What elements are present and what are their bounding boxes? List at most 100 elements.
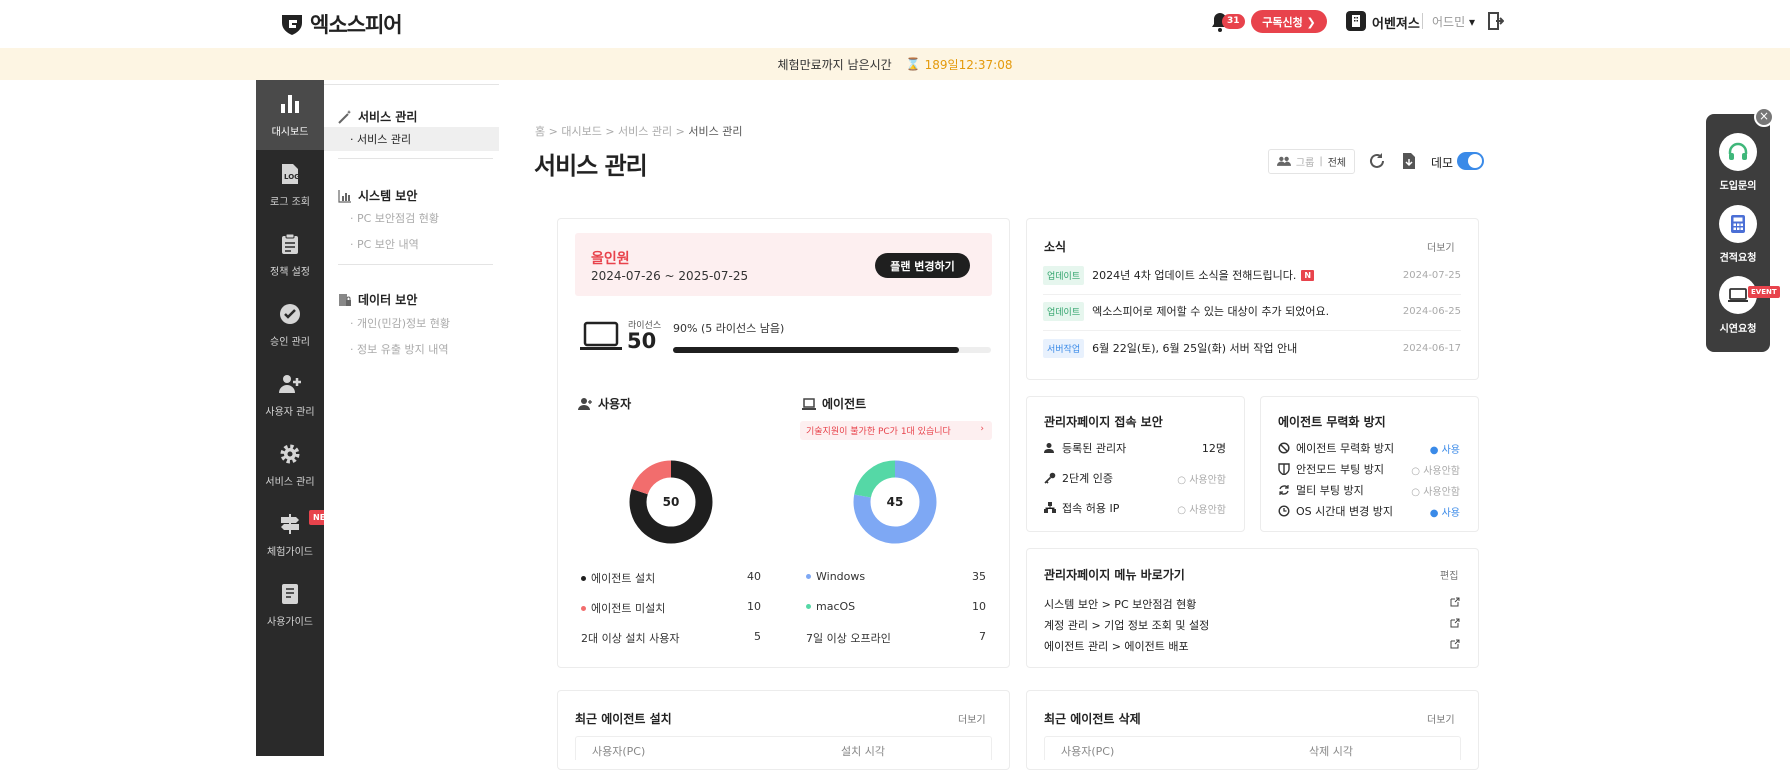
status-dot: ● bbox=[1429, 445, 1442, 456]
breadcrumb-home[interactable]: 홈 bbox=[535, 125, 545, 138]
shortcut-label: 계정 관리 > 기업 정보 조회 및 설정 bbox=[1044, 619, 1210, 632]
submenu-item-pc-check[interactable]: · PC 보안점검 현황 bbox=[324, 206, 499, 230]
shortcuts-edit-link[interactable]: 편집 bbox=[1440, 567, 1458, 582]
shortcut-link[interactable]: 시스템 보안 > PC 보안점검 현황 bbox=[1044, 596, 1460, 612]
demo-toggle[interactable] bbox=[1457, 152, 1484, 170]
breadcrumb: 홈 > 대시보드 > 서비스 관리 > 서비스 관리 bbox=[535, 123, 742, 139]
news-item[interactable]: 업데이트 엑소스피어로 제어할 수 있는 대상이 추가 되었어요. 2024-0… bbox=[1043, 296, 1461, 326]
license-usage-fill bbox=[673, 347, 960, 353]
log-icon: LOG bbox=[282, 164, 300, 184]
sidebar-item-label: 로그 조회 bbox=[270, 197, 310, 208]
sidebar-item-label: 사용자 관리 bbox=[265, 407, 315, 418]
status-dot: ○ bbox=[1177, 475, 1190, 486]
external-link-icon bbox=[1450, 618, 1460, 628]
admin-count-row: 등록된 관리자 bbox=[1044, 440, 1126, 456]
building-icon bbox=[1346, 11, 1366, 31]
svg-text:LOG: LOG bbox=[284, 173, 300, 181]
column-header: 사용자(PC) bbox=[1061, 745, 1115, 758]
sidebar-item-dashboard[interactable]: 대시보드 bbox=[256, 80, 324, 150]
quote-request-button[interactable]: 견적요청 bbox=[1712, 205, 1764, 264]
sync-icon bbox=[1279, 485, 1289, 495]
inquiry-button[interactable]: 도입문의 bbox=[1712, 133, 1764, 192]
shortcut-label: 에이전트 관리 > 에이전트 배포 bbox=[1044, 640, 1189, 653]
status-text: 사용안함 bbox=[1423, 466, 1460, 477]
users-title: 사용자 bbox=[598, 397, 632, 411]
recent-install-title: 최근 에이전트 설치 bbox=[575, 712, 672, 726]
row-label: 멀티 부팅 방지 bbox=[1296, 484, 1364, 497]
trial-remaining-time: 189일12:37:08 bbox=[924, 57, 1013, 72]
users-stat-multi-device: 2대 이상 설치 사용자 bbox=[581, 630, 679, 646]
news-title: 소식 bbox=[1044, 240, 1067, 254]
submenu-item-leak-prevention[interactable]: · 정보 유출 방지 내역 bbox=[324, 337, 499, 361]
close-icon[interactable]: × bbox=[1754, 107, 1774, 127]
user-icon bbox=[578, 397, 592, 410]
status-dot: ○ bbox=[1411, 466, 1424, 477]
breadcrumb-sep: > bbox=[548, 125, 558, 138]
sidebar-item-log[interactable]: LOG 로그 조회 bbox=[256, 150, 324, 220]
user-icon bbox=[1044, 443, 1054, 453]
change-plan-button[interactable]: 플랜 변경하기 bbox=[875, 253, 970, 278]
sidebar-item-policy[interactable]: 정책 설정 bbox=[256, 220, 324, 290]
top-bar: 엑소스피어 31 구독신청 ❯ 어벤져스 어드민 ▾ bbox=[0, 0, 1790, 48]
shortcut-link[interactable]: 에이전트 관리 > 에이전트 배포 bbox=[1044, 638, 1460, 654]
recent-delete-title: 최근 에이전트 삭제 bbox=[1044, 712, 1141, 726]
status-text: 사용안함 bbox=[1189, 475, 1226, 486]
news-item[interactable]: 업데이트 2024년 4차 업데이트 소식을 전해드립니다. N 2024-07… bbox=[1043, 260, 1461, 290]
sidebar-item-label: 사용가이드 bbox=[267, 617, 313, 628]
row-label: 등록된 관리자 bbox=[1062, 442, 1127, 455]
sidebar-item-service[interactable]: 서비스 관리 bbox=[256, 430, 324, 500]
shield-logo-icon bbox=[282, 15, 302, 35]
legend-dot bbox=[806, 574, 811, 579]
stat-label: 2대 이상 설치 사용자 bbox=[581, 632, 680, 645]
network-icon bbox=[1044, 502, 1056, 513]
subscribe-button[interactable]: 구독신청 ❯ bbox=[1251, 10, 1327, 33]
submenu-title: 시스템 보안 bbox=[358, 189, 418, 203]
news-item[interactable]: 서버작업 6월 22일(토), 6월 25일(화) 서버 작업 안내 2024-… bbox=[1043, 333, 1461, 363]
submenu-item-pc-history[interactable]: · PC 보안 내역 bbox=[324, 232, 499, 256]
stat-label: 에이전트 미설치 bbox=[591, 602, 666, 615]
demo-request-button[interactable]: 시연요청 bbox=[1712, 276, 1764, 335]
external-link-icon bbox=[1450, 639, 1460, 649]
row-label: 2단계 인증 bbox=[1062, 472, 1113, 485]
sidebar: 대시보드 LOG 로그 조회 정책 설정 승인 관리 사용자 관리 서비스 관리… bbox=[256, 80, 324, 756]
breadcrumb-dashboard[interactable]: 대시보드 bbox=[561, 125, 601, 138]
refresh-icon[interactable] bbox=[1368, 152, 1386, 170]
headset-icon bbox=[1728, 142, 1748, 160]
sidebar-item-user-guide[interactable]: 사용가이드 bbox=[256, 570, 324, 640]
role-dropdown[interactable]: 어드민 ▾ bbox=[1432, 13, 1475, 30]
users-donut-total: 50 bbox=[663, 495, 680, 509]
column-header: 설치 시각 bbox=[841, 745, 885, 758]
news-tag: 업데이트 bbox=[1043, 265, 1085, 285]
check-circle-icon bbox=[280, 304, 300, 324]
status-dot: ○ bbox=[1177, 505, 1190, 516]
excel-download-icon[interactable] bbox=[1400, 152, 1418, 170]
submenu-panel: 서비스 관리 · 서비스 관리 시스템 보안 · PC 보안점검 현황 · PC… bbox=[324, 80, 499, 756]
group-filter[interactable]: 그룹 | 전체 bbox=[1268, 149, 1355, 174]
users-icon bbox=[1276, 156, 1291, 166]
stat-label: 에이전트 설치 bbox=[591, 572, 656, 585]
recent-delete-more-link[interactable]: 더보기 bbox=[1427, 711, 1455, 726]
sidebar-item-users[interactable]: 사용자 관리 bbox=[256, 360, 324, 430]
row-value: ○ 사용안함 bbox=[1400, 462, 1460, 477]
news-more-link[interactable]: 더보기 bbox=[1427, 239, 1455, 254]
sidebar-item-approval[interactable]: 승인 관리 bbox=[256, 290, 324, 360]
sidebar-item-label: 승인 관리 bbox=[270, 337, 310, 348]
submenu-item-personal-info[interactable]: · 개인(민감)정보 현황 bbox=[324, 311, 499, 335]
database-lock-icon bbox=[339, 293, 351, 306]
laptop-icon bbox=[1728, 288, 1748, 302]
sidebar-item-label: 대시보드 bbox=[271, 127, 309, 138]
logo[interactable]: 엑소스피어 bbox=[280, 9, 403, 39]
divider bbox=[338, 158, 493, 159]
user-plus-icon bbox=[279, 375, 301, 393]
agents-title: 에이전트 bbox=[822, 397, 867, 411]
logout-icon[interactable] bbox=[1488, 12, 1504, 30]
submenu-item-service[interactable]: · 서비스 관리 bbox=[324, 127, 499, 151]
agent-warning-banner[interactable]: 기술지원이 불가한 PC가 1대 있습니다 › bbox=[800, 421, 992, 440]
recent-install-more-link[interactable]: 더보기 bbox=[958, 711, 986, 726]
column-header: 삭제 시각 bbox=[1309, 745, 1353, 758]
stat-value: 35 bbox=[972, 570, 986, 583]
stat-value: 10 bbox=[972, 600, 986, 613]
breadcrumb-service[interactable]: 서비스 관리 bbox=[618, 125, 672, 138]
shortcut-link[interactable]: 계정 관리 > 기업 정보 조회 및 설정 bbox=[1044, 617, 1460, 633]
submenu-title: 서비스 관리 bbox=[358, 110, 418, 124]
